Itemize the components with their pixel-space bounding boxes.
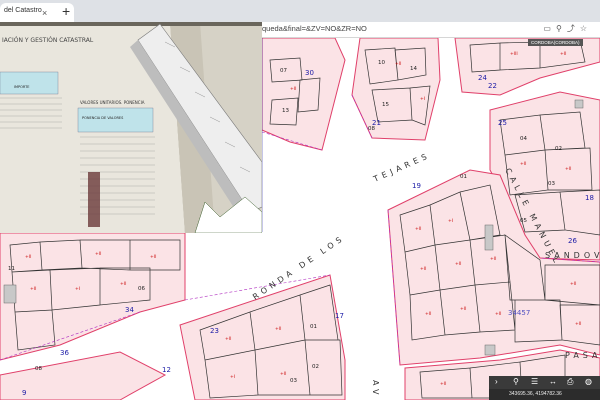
svg-text:+I: +I (448, 218, 453, 224)
svg-text:+II: +II (395, 61, 401, 67)
svg-text:+II: +II (565, 166, 571, 172)
url-text[interactable]: queda&final=&ZV=NO&ZR=NO (262, 24, 367, 33)
coordinate-readout: 343695.36, 4194782.36 (489, 389, 600, 400)
table-col1: IMPORTE (14, 85, 29, 89)
parcel-number: 11 (8, 266, 15, 272)
svg-text:+II: +II (570, 281, 576, 287)
street-label-tejares: TEJARES (371, 151, 432, 185)
block-id: 34457 (508, 309, 530, 317)
table-col2: PONENCIA DE VALORES (82, 116, 124, 120)
document-header: IACIÓN Y GESTIÓN CATASTRAL (2, 37, 94, 44)
svg-text:AV: AV (371, 380, 380, 398)
courtyard (484, 344, 496, 356)
parcel-number: 13 (282, 108, 289, 114)
svg-text:+III: +III (510, 51, 518, 57)
browser-tab-strip: del Catastro × + (0, 0, 600, 22)
house-number: 30 (305, 69, 314, 77)
svg-text:+II: +II (95, 251, 101, 257)
municipality-tag: CORDOBA(CORDOBA) (528, 39, 583, 46)
house-number: 36 (60, 349, 69, 357)
svg-text:+I: +I (230, 374, 235, 380)
parcel-number: 04 (520, 136, 527, 142)
layers-icon[interactable]: ☰ (531, 377, 538, 386)
svg-text:+II: +II (420, 266, 426, 272)
addressbar-actions: ▭⚲⤴☆ (543, 23, 592, 34)
parcel-number: 15 (382, 102, 389, 108)
zoom-icon[interactable]: ⚲ (556, 24, 567, 33)
parcel-number: 03 (290, 378, 297, 384)
svg-text:+II: +II (150, 254, 156, 260)
parcel-number: 01 (460, 174, 467, 180)
svg-text:+II: +II (425, 311, 431, 317)
parcel-number: 08 (35, 366, 42, 372)
parcel-number: 05 (520, 218, 527, 224)
svg-text:PASAJE: PASAJE (565, 351, 600, 360)
svg-text:+II: +II (455, 261, 461, 267)
street-label-pasaje: PASAJE (565, 351, 600, 360)
house-number: 25 (498, 119, 507, 127)
chevron-right-icon[interactable]: › (495, 377, 498, 386)
photo-overlay: IACIÓN Y GESTIÓN CATASTRAL VALORES UNITA… (0, 22, 262, 233)
svg-text:+II: +II (275, 326, 281, 332)
globe-icon[interactable]: ◍ (585, 377, 592, 386)
svg-text:+I: +I (75, 286, 80, 292)
tab-title: del Catastro (4, 7, 42, 14)
svg-text:+II: +II (460, 306, 466, 312)
house-number: 22 (488, 82, 497, 90)
svg-text:+II: +II (495, 311, 501, 317)
close-tab-icon[interactable]: × (42, 8, 47, 18)
svg-text:+II: +II (560, 51, 566, 57)
parcel-number: 01 (310, 324, 317, 330)
house-number: 17 (335, 312, 344, 320)
svg-text:+II: +II (415, 226, 421, 232)
svg-text:+II: +II (30, 286, 36, 292)
svg-text:+II: +II (120, 281, 126, 287)
courtyard (574, 99, 584, 109)
street-label-sandoval: SANDOVAL (545, 251, 600, 260)
house-number: 34 (125, 306, 134, 314)
parcel-number: 14 (410, 66, 417, 72)
block-top-right (454, 38, 600, 96)
courtyard (3, 284, 17, 304)
svg-text:TEJARES: TEJARES (371, 151, 432, 185)
share-icon[interactable]: ⤴ (567, 24, 580, 33)
install-icon[interactable]: ▭ (543, 24, 556, 33)
svg-text:+II: +II (225, 336, 231, 342)
bookmark-icon[interactable]: ☆ (580, 24, 592, 33)
house-number: 18 (585, 194, 594, 202)
house-number: 9 (22, 389, 26, 397)
svg-text:+II: +II (290, 86, 296, 92)
block-top-middle (261, 38, 346, 151)
courtyard (484, 224, 494, 251)
parcel-number: 03 (548, 181, 555, 187)
svg-text:SANDOVAL: SANDOVAL (545, 251, 600, 260)
house-number: 26 (568, 237, 577, 245)
map-toolbar: › ⚲ ☰ ↔ ⎙ ◍ (489, 376, 600, 389)
parcel-number: 08 (368, 126, 375, 132)
svg-text:+I: +I (420, 96, 425, 102)
parcel-number: 02 (312, 364, 319, 370)
parcel-number: 06 (138, 286, 145, 292)
house-number: 23 (210, 327, 219, 335)
svg-text:+II: +II (520, 161, 526, 167)
parcel-number: 02 (555, 146, 562, 152)
street-label-av: AV (371, 380, 380, 398)
new-tab-icon[interactable]: + (62, 3, 70, 19)
table-title: VALORES UNITARIOS. PONENCIA (80, 100, 145, 105)
parcel-number: 10 (378, 60, 385, 66)
house-number: 12 (162, 366, 171, 374)
parcel-number: 07 (280, 68, 287, 74)
svg-text:+II: +II (575, 321, 581, 327)
measure-icon[interactable]: ↔ (549, 377, 557, 386)
house-number: 19 (412, 182, 421, 190)
block-left (0, 232, 186, 361)
zoom-search-icon[interactable]: ⚲ (513, 377, 519, 386)
house-number: 24 (478, 74, 487, 82)
print-icon[interactable]: ⎙ (567, 377, 573, 387)
svg-text:+II: +II (490, 256, 496, 262)
svg-text:+II: +II (440, 381, 446, 387)
svg-text:+II: +II (280, 371, 286, 377)
svg-text:+II: +II (25, 254, 31, 260)
